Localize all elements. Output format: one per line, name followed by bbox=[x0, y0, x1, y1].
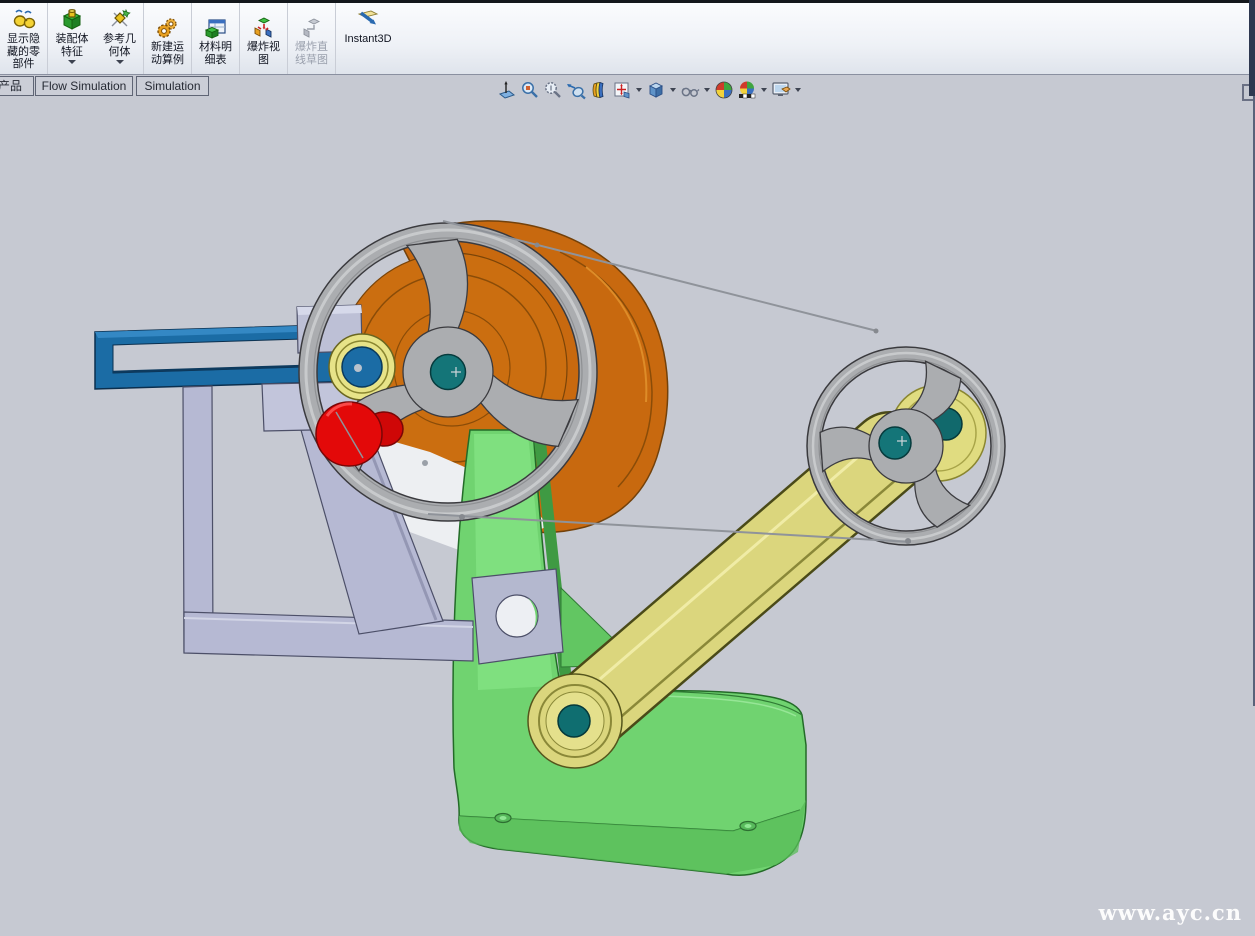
view-orientation-icon[interactable] bbox=[612, 80, 632, 100]
zoom-to-fit-icon[interactable] bbox=[520, 80, 540, 100]
window-top-edge bbox=[0, 0, 1255, 3]
tab-label: 产品 bbox=[0, 79, 22, 93]
button-label: 显示隐 bbox=[7, 33, 40, 46]
display-style-icon[interactable] bbox=[646, 80, 666, 100]
button-label: 何体 bbox=[109, 46, 131, 59]
edit-appearance-icon[interactable] bbox=[714, 80, 734, 100]
dropdown-arrow-icon[interactable] bbox=[68, 60, 76, 64]
button-label: 装配体 bbox=[56, 33, 89, 46]
heads-up-view-toolbar bbox=[497, 79, 802, 101]
button-label: 部件 bbox=[13, 58, 35, 71]
explode-line-sketch-icon bbox=[300, 15, 324, 41]
reference-geometry-button[interactable]: 参考几 何体 bbox=[96, 3, 144, 74]
normal-to-icon[interactable] bbox=[497, 80, 517, 100]
button-label: Instant3D bbox=[344, 33, 391, 46]
dropdown-arrow-icon[interactable] bbox=[795, 88, 801, 92]
button-label: 材料明 bbox=[199, 41, 232, 54]
new-motion-study-icon bbox=[156, 15, 180, 41]
dropdown-arrow-icon[interactable] bbox=[636, 88, 642, 92]
exploded-view-button[interactable]: 爆炸视 图 bbox=[240, 3, 288, 74]
show-hide-components-button[interactable]: 显示隐 藏的零 部件 bbox=[0, 3, 48, 74]
reference-geometry-icon bbox=[108, 7, 132, 33]
tab-flow-simulation[interactable]: Flow Simulation bbox=[35, 76, 133, 96]
button-label: 细表 bbox=[205, 54, 227, 67]
button-label: 藏的零 bbox=[7, 46, 40, 59]
tab-product[interactable]: 产品 bbox=[0, 76, 34, 96]
button-label: 爆炸直 bbox=[295, 41, 328, 54]
button-label: 动算例 bbox=[151, 54, 184, 67]
dropdown-arrow-icon[interactable] bbox=[116, 60, 124, 64]
zoom-to-area-icon[interactable] bbox=[543, 80, 563, 100]
new-motion-study-button[interactable]: 新建运 动算例 bbox=[144, 3, 192, 74]
instant3d-icon bbox=[355, 7, 381, 33]
button-label: 特征 bbox=[61, 46, 83, 59]
dropdown-arrow-icon[interactable] bbox=[761, 88, 767, 92]
button-label: 新建运 bbox=[151, 41, 184, 54]
bill-of-materials-icon bbox=[204, 15, 228, 41]
explode-line-sketch-button[interactable]: 爆炸直 线草图 bbox=[288, 3, 336, 74]
bill-of-materials-button[interactable]: 材料明 细表 bbox=[192, 3, 240, 74]
assembly-features-button[interactable]: 装配体 特征 bbox=[48, 3, 96, 74]
watermark: www.ayc.cn bbox=[1099, 900, 1242, 925]
button-label: 爆炸视 bbox=[247, 41, 280, 54]
button-label: 图 bbox=[258, 54, 269, 67]
previous-view-icon[interactable] bbox=[566, 80, 586, 100]
button-label: 线草图 bbox=[295, 54, 328, 67]
show-hide-components-icon bbox=[12, 7, 36, 33]
dropdown-arrow-icon[interactable] bbox=[704, 88, 710, 92]
assembly-features-icon bbox=[60, 7, 84, 33]
command-manager: 显示隐 藏的零 部件 装配体 特征 参考几 何体 bbox=[0, 3, 1255, 75]
dropdown-arrow-icon[interactable] bbox=[670, 88, 676, 92]
graphics-viewport[interactable] bbox=[0, 0, 1255, 936]
apply-scene-icon[interactable] bbox=[737, 80, 757, 100]
tab-label: Flow Simulation bbox=[42, 79, 127, 93]
exploded-view-icon bbox=[252, 15, 276, 41]
tab-simulation[interactable]: Simulation bbox=[136, 76, 209, 96]
tab-label: Simulation bbox=[144, 79, 200, 93]
view-settings-icon[interactable] bbox=[771, 80, 791, 100]
hide-show-items-icon[interactable] bbox=[680, 80, 700, 100]
section-view-icon[interactable] bbox=[589, 80, 609, 100]
pulley-hub[interactable] bbox=[879, 427, 911, 459]
instant3d-button[interactable]: Instant3D bbox=[336, 3, 400, 74]
button-label: 参考几 bbox=[103, 33, 136, 46]
arm-pin[interactable] bbox=[558, 705, 590, 737]
right-edge-strip bbox=[1249, 0, 1255, 96]
